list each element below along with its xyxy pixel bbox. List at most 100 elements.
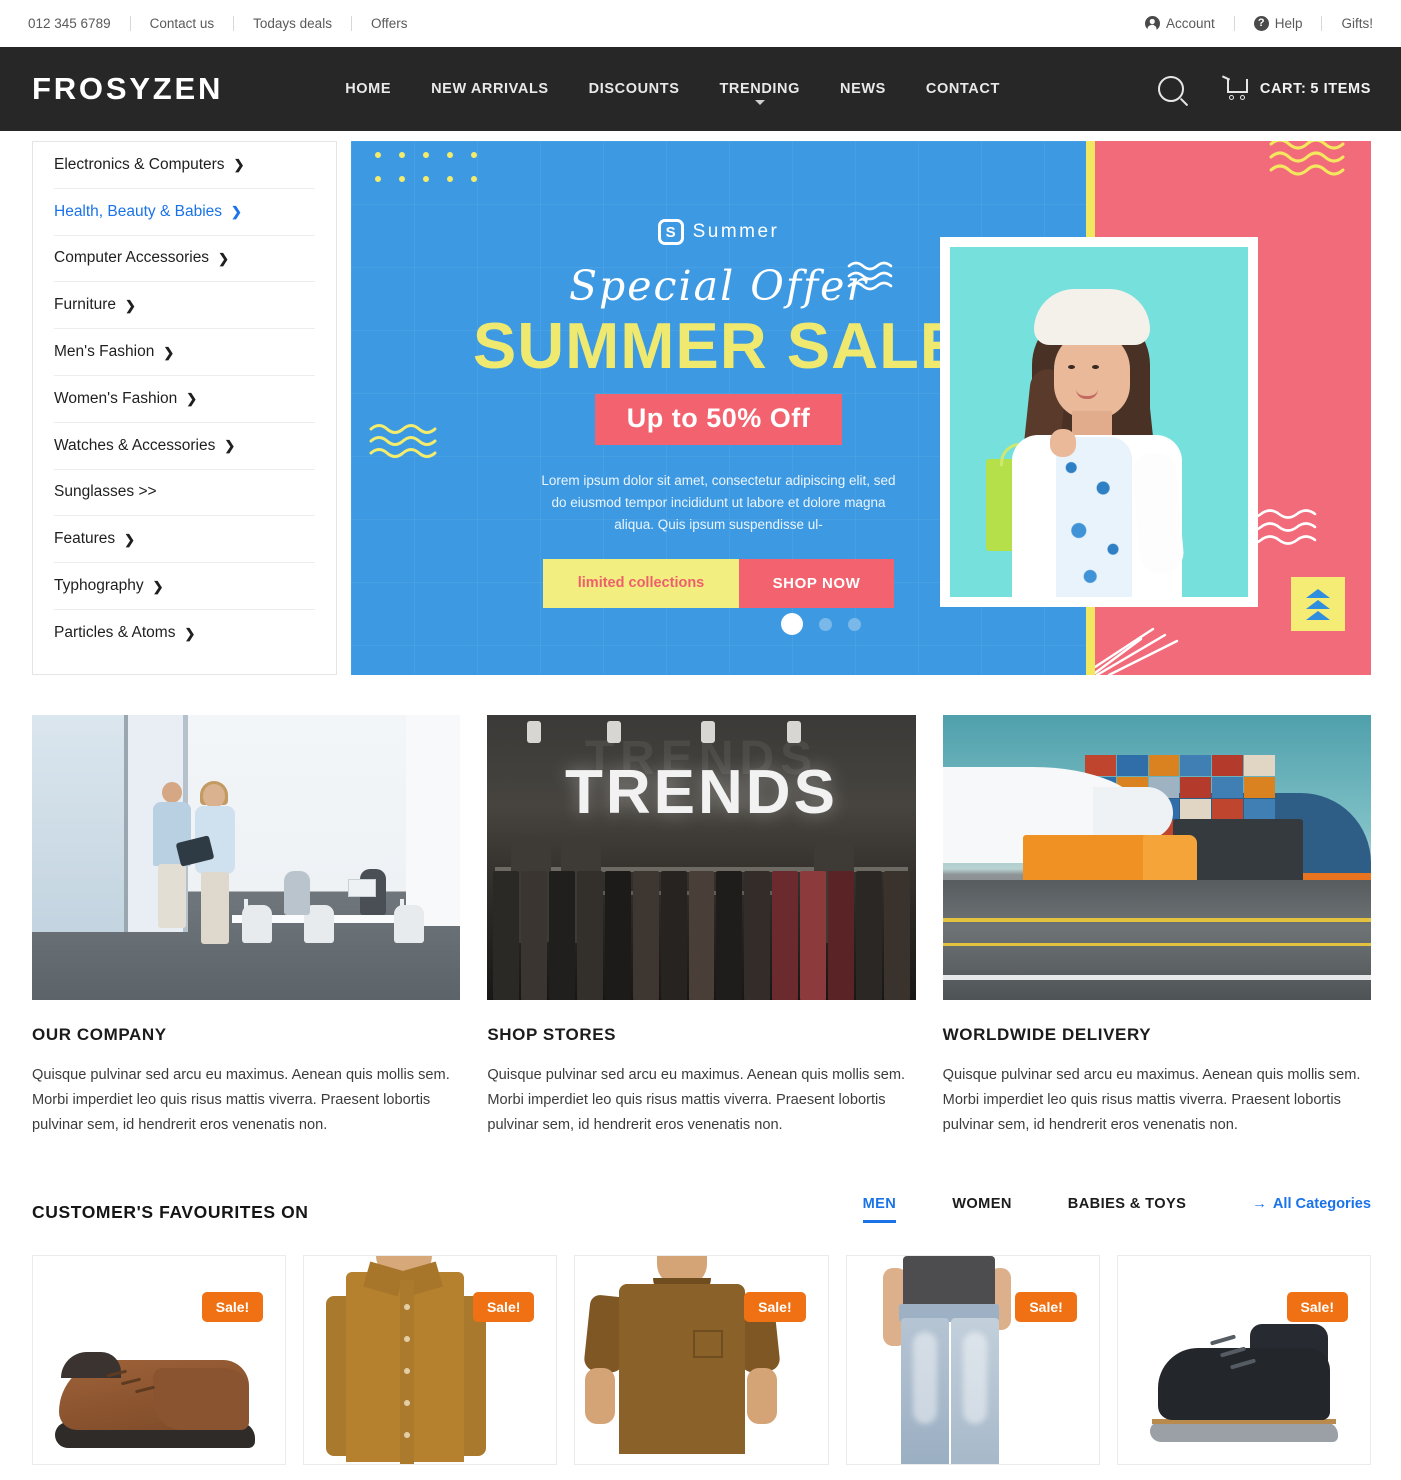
category-label: Computer Accessories (54, 249, 210, 267)
category-item-typhography[interactable]: Typhography ❯ (54, 563, 315, 610)
account-link[interactable]: Account (1126, 16, 1234, 31)
sale-badge: Sale! (1286, 1292, 1349, 1323)
todays-deals-link[interactable]: Todays deals (234, 17, 351, 31)
carousel-dot-1[interactable] (781, 613, 803, 635)
sale-badge: Sale! (744, 1292, 806, 1323)
product-card-brown-dress-shoe[interactable]: Sale! (32, 1255, 287, 1466)
feature-text: Quisque pulvinar sed arcu eu maximus. Ae… (32, 1067, 450, 1134)
help-link[interactable]: Help (1235, 16, 1322, 31)
category-label: Furniture (54, 296, 117, 314)
utility-bar-left: 012 345 6789 Contact us Todays deals Off… (28, 16, 426, 31)
model-photo (950, 247, 1248, 597)
category-item-electronics-computers[interactable]: Electronics & Computers ❯ (54, 142, 315, 189)
hero-banner-carousel[interactable]: S Summer Special Offer SUMMER SALE Up to… (351, 141, 1371, 675)
primary-nav: HOME NEW ARRIVALS DISCOUNTS TRENDING NEW… (325, 81, 1020, 105)
contact-us-link[interactable]: Contact us (131, 17, 234, 31)
search-icon[interactable] (1157, 76, 1184, 102)
product-card-tan-button-shirt[interactable]: Sale! (303, 1255, 558, 1466)
category-sidebar: Electronics & Computers ❯ Health, Beauty … (32, 141, 337, 675)
chevron-right-icon: ❯ (163, 344, 175, 360)
sale-badge: Sale! (201, 1292, 264, 1323)
sale-badge: Sale! (1015, 1292, 1077, 1323)
chevron-right-icon: ❯ (125, 297, 136, 313)
category-item-mens-fashion[interactable]: Men's Fashion ❯ (54, 329, 315, 376)
carousel-dot-2[interactable] (819, 617, 832, 631)
chevron-right-icon: ❯ (186, 391, 198, 407)
our-company-image (32, 715, 461, 1000)
carousel-dot-3[interactable] (848, 617, 861, 631)
favourites-tabs: MEN WOMEN BABIES & TOYS → All Categories (835, 1196, 1371, 1224)
nav-item-trending[interactable]: TRENDING (699, 81, 820, 105)
cart-text: CART: (1259, 81, 1307, 97)
feature-card-shop-stores: TRENDS TRENDS SHOP STORES Quisque pulvin… (487, 715, 916, 1138)
diagonal-lines-decoration (1095, 627, 1215, 675)
category-item-particles-atoms[interactable]: Particles & Atoms ❯ (54, 610, 315, 657)
cart-button[interactable]: CART: 5 ITEMS (1221, 74, 1371, 100)
limited-collections-button[interactable]: limited collections (543, 558, 739, 608)
help-label: Help (1274, 16, 1303, 31)
model-photo-card (940, 237, 1258, 607)
shop-stores-image: TRENDS TRENDS (487, 715, 916, 1000)
category-item-furniture[interactable]: Furniture ❯ (54, 282, 315, 330)
product-grid: Sale! Sale! Sale! Sale! Sale! (0, 1223, 1401, 1466)
summer-logo-word: Summer (692, 221, 780, 242)
sale-badge: Sale! (472, 1292, 535, 1323)
cart-icon (1221, 74, 1249, 100)
category-label: Watches & Accessories (54, 436, 216, 454)
hero-row: Electronics & Computers ❯ Health, Beauty … (0, 131, 1401, 675)
chevron-down-icon (754, 100, 765, 105)
nav-item-contact[interactable]: CONTACT (906, 81, 1020, 97)
favourites-header: CUSTOMER'S FAVOURITES ON MEN WOMEN BABIE… (0, 1138, 1401, 1224)
product-image (1118, 1256, 1370, 1464)
dot-pattern-decoration (375, 152, 495, 200)
feature-text: Quisque pulvinar sed arcu eu maximus. Ae… (942, 1067, 1361, 1134)
help-icon (1253, 16, 1269, 31)
shop-now-button[interactable]: SHOP NOW (739, 558, 894, 608)
account-icon (1144, 16, 1160, 31)
chevron-right-icon: ❯ (231, 204, 242, 220)
feature-text: Quisque pulvinar sed arcu eu maximus. Ae… (487, 1067, 906, 1134)
store-sign-text: TRENDS (565, 758, 838, 827)
feature-cards: OUR COMPANY Quisque pulvinar sed arcu eu… (0, 675, 1401, 1138)
utility-bar: 012 345 6789 Contact us Todays deals Off… (0, 0, 1401, 47)
summer-logo: S Summer (657, 219, 780, 245)
banner-description: Lorem ipsum dolor sit amet, consectetur … (541, 473, 896, 532)
carousel-dots (781, 613, 861, 635)
tab-women[interactable]: WOMEN (924, 1196, 1040, 1223)
product-card-black-chukka-boot[interactable]: Sale! (1116, 1255, 1372, 1466)
category-item-features[interactable]: Features ❯ (54, 516, 315, 564)
offers-link[interactable]: Offers (352, 17, 427, 31)
tab-men[interactable]: MEN (835, 1196, 925, 1224)
all-categories-link[interactable]: → All Categories (1214, 1196, 1371, 1223)
category-item-womens-fashion[interactable]: Women's Fashion ❯ (54, 376, 315, 423)
nav-item-discounts[interactable]: DISCOUNTS (569, 81, 700, 97)
product-card-brown-tshirt[interactable]: Sale! (574, 1255, 829, 1466)
category-item-sunglasses[interactable]: Sunglasses >> (54, 470, 315, 517)
product-image (847, 1256, 1099, 1465)
brand-logo[interactable]: FROSYZEN (32, 71, 223, 107)
favourites-title: CUSTOMER'S FAVOURITES ON (32, 1202, 309, 1223)
category-item-computer-accessories[interactable]: Computer Accessories ❯ (54, 236, 315, 283)
nav-item-news[interactable]: NEWS (820, 81, 906, 97)
model-illustration (950, 247, 1248, 597)
product-card-light-wash-jeans[interactable]: Sale! (845, 1255, 1100, 1466)
gifts-link[interactable]: Gifts! (1322, 17, 1373, 31)
feature-card-worldwide-delivery: WORLDWIDE DELIVERY Quisque pulvinar sed … (942, 715, 1371, 1138)
chevron-right-icon: ❯ (124, 531, 136, 547)
account-label: Account (1165, 16, 1215, 31)
category-label: Features (54, 530, 116, 548)
chevron-right-icon: ❯ (224, 438, 236, 454)
feature-title: WORLDWIDE DELIVERY (942, 1025, 1152, 1044)
banner-right-panel (940, 141, 1371, 675)
tab-babies-toys[interactable]: BABIES & TOYS (1040, 1196, 1214, 1223)
category-item-watches-accessories[interactable]: Watches & Accessories ❯ (54, 423, 315, 470)
nav-item-new-arrivals[interactable]: NEW ARRIVALS (411, 81, 569, 97)
category-item-health-beauty-babies[interactable]: Health, Beauty & Babies ❯ (54, 189, 315, 236)
navbar-actions: CART: 5 ITEMS (1157, 74, 1371, 102)
product-image (304, 1256, 556, 1465)
nav-item-home[interactable]: HOME (325, 81, 411, 97)
feature-card-our-company: OUR COMPANY Quisque pulvinar sed arcu eu… (32, 715, 461, 1138)
category-label: Particles & Atoms (54, 624, 176, 642)
nav-item-trending-label: TRENDING (719, 81, 800, 97)
product-image (33, 1256, 285, 1464)
